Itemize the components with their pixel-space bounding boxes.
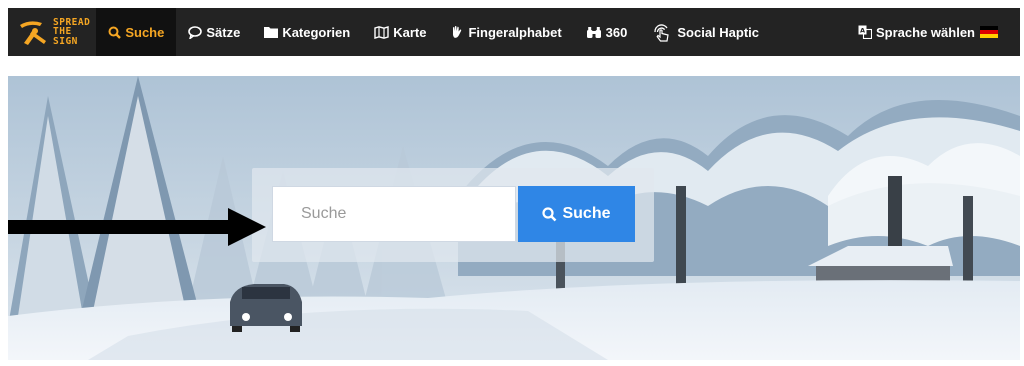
nav-label: Karte	[393, 24, 427, 40]
nav-fingeralphabet[interactable]: Fingeralphabet	[438, 8, 573, 56]
nav-label: Suche	[125, 24, 165, 40]
svg-text:A: A	[860, 27, 865, 35]
hand-icon	[453, 25, 462, 38]
nav-karte[interactable]: Karte	[362, 8, 438, 56]
language-selector[interactable]: A Sprache wählen	[846, 8, 1020, 56]
nav-label: Kategorien	[282, 24, 351, 40]
translate-icon: A	[858, 25, 873, 39]
search-button[interactable]: Suche	[518, 186, 635, 242]
touch-icon	[654, 24, 670, 42]
map-icon	[374, 25, 389, 39]
top-navbar: SPREAD THE SIGN Suche Sätze Kategorien K…	[8, 8, 1020, 56]
logo-icon	[20, 21, 46, 45]
language-label: Sprache wählen	[876, 24, 975, 40]
german-flag-icon	[980, 26, 998, 38]
search-input[interactable]	[272, 186, 516, 242]
nav-kategorien[interactable]: Kategorien	[252, 8, 362, 56]
nav-label: Sätze	[206, 24, 241, 40]
nav-360[interactable]: 360	[574, 8, 640, 56]
nav-label: Fingeralphabet	[468, 24, 562, 40]
nav-label: 360	[605, 24, 628, 40]
search-panel: Suche	[252, 168, 654, 262]
nav-saetze[interactable]: Sätze	[176, 8, 252, 56]
spread-the-sign-logo[interactable]: SPREAD THE SIGN	[8, 8, 96, 56]
folder-icon	[264, 27, 279, 38]
search-icon	[542, 206, 557, 221]
nav-suche[interactable]: Suche	[96, 8, 177, 56]
search-icon	[108, 26, 122, 39]
search-button-label: Suche	[562, 205, 611, 222]
speech-bubble-icon	[188, 25, 203, 39]
binoculars-icon	[586, 26, 601, 38]
nav-social-haptic[interactable]: Social Haptic	[639, 8, 771, 56]
pointer-arrow-icon	[8, 208, 266, 246]
logo-text: SPREAD THE SIGN	[53, 16, 91, 47]
nav-label: Social Haptic	[677, 24, 759, 40]
